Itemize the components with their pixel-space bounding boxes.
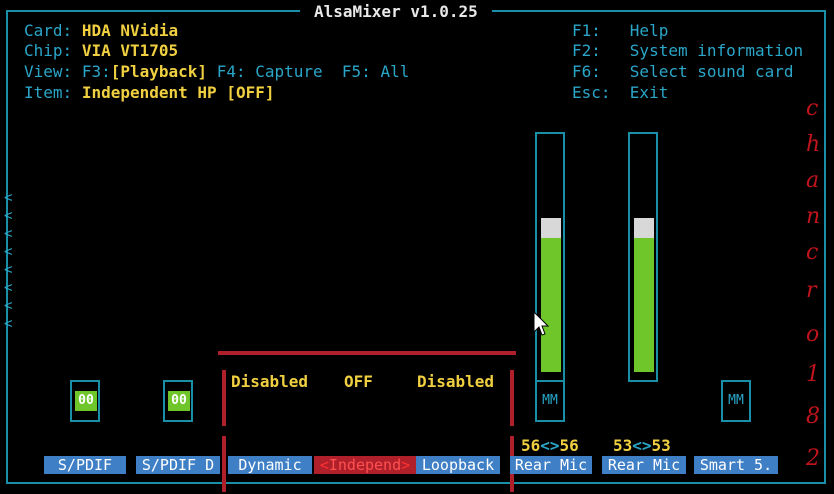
view-all[interactable]: F5: All — [342, 62, 409, 81]
help-f2[interactable]: F2: System information — [572, 41, 803, 61]
decor-char: c — [806, 96, 819, 121]
decor-char: c — [806, 240, 819, 265]
decor-char: n — [806, 204, 821, 229]
channel-spdif[interactable]: S/PDIF — [44, 456, 126, 474]
rear-mic2-balance: 53<>53 — [613, 436, 671, 455]
spdif-switch[interactable]: 00 — [70, 380, 100, 422]
spdif-d-switch[interactable]: 00 — [163, 380, 193, 422]
help-f1[interactable]: F1: Help — [572, 21, 668, 41]
card-value: HDA NVidia — [81, 21, 179, 40]
decor-char: h — [806, 132, 821, 157]
rear-mic1-balance: 56<>56 — [521, 436, 579, 455]
help-esc[interactable]: Esc: Exit — [572, 83, 668, 103]
decor-char: a — [806, 168, 820, 193]
decor-char: o — [806, 322, 820, 347]
selection-frame-left — [222, 370, 226, 426]
channel-independ[interactable]: <Independ> — [314, 456, 416, 474]
scroll-left-icon[interactable]: < — [4, 244, 12, 260]
decor-char: 8 — [806, 404, 820, 429]
view-row: View: F3:[Playback] F4: Capture F5: All — [24, 62, 410, 81]
decor-char: 2 — [806, 446, 820, 471]
mouse-cursor-icon — [533, 311, 549, 336]
channel-rear-mic2[interactable]: Rear Mic — [602, 456, 686, 474]
item-value: Independent HP [OFF] — [81, 83, 275, 102]
channel-dynamic[interactable]: Dynamic — [228, 456, 312, 474]
selection-frame-top — [218, 351, 516, 355]
selection-frame-left-lower — [222, 436, 226, 492]
view-capture[interactable]: F4: Capture — [217, 62, 323, 81]
rear-mic1-volume-slider[interactable] — [535, 132, 565, 382]
scroll-left-icon[interactable]: < — [4, 280, 12, 296]
scroll-left-icon[interactable]: < — [4, 316, 12, 332]
scroll-left-icon[interactable]: < — [4, 208, 12, 224]
channel-rear-mic1[interactable]: Rear Mic — [510, 456, 592, 474]
card-row: Card: HDA NVidia — [24, 21, 179, 40]
item-row: Item: Independent HP [OFF] — [24, 83, 275, 102]
dynamic-value[interactable]: Disabled — [231, 372, 308, 392]
rear-mic1-mute[interactable]: MM — [535, 380, 565, 422]
independ-value[interactable]: OFF — [344, 372, 373, 392]
rear-mic2-peak — [634, 218, 654, 238]
channel-spdif-d[interactable]: S/PDIF D — [136, 456, 220, 474]
rear-mic2-level — [634, 238, 654, 372]
scroll-left-icon[interactable]: < — [4, 262, 12, 278]
app-title: AlsaMixer v1.0.25 — [300, 2, 492, 22]
scroll-left-icon[interactable]: < — [4, 190, 12, 206]
help-f6[interactable]: F6: Select sound card — [572, 62, 794, 82]
rear-mic1-level — [541, 238, 561, 372]
selection-frame-right — [510, 370, 514, 426]
chip-row: Chip: VIA VT1705 — [24, 41, 179, 60]
smart-mute[interactable]: MM — [721, 380, 751, 422]
decor-char: 1 — [806, 362, 820, 387]
decor-char: r — [806, 278, 817, 303]
channel-smart[interactable]: Smart 5. — [694, 456, 778, 474]
loopback-value[interactable]: Disabled — [417, 372, 494, 392]
channel-loopback[interactable]: Loopback — [416, 456, 500, 474]
rear-mic1-peak — [541, 218, 561, 238]
scroll-left-icon[interactable]: < — [4, 298, 12, 314]
rear-mic2-volume-slider[interactable] — [628, 132, 658, 382]
chip-value: VIA VT1705 — [81, 41, 179, 60]
view-playback[interactable]: [Playback] — [111, 62, 207, 81]
scroll-left-icon[interactable]: < — [4, 226, 12, 242]
